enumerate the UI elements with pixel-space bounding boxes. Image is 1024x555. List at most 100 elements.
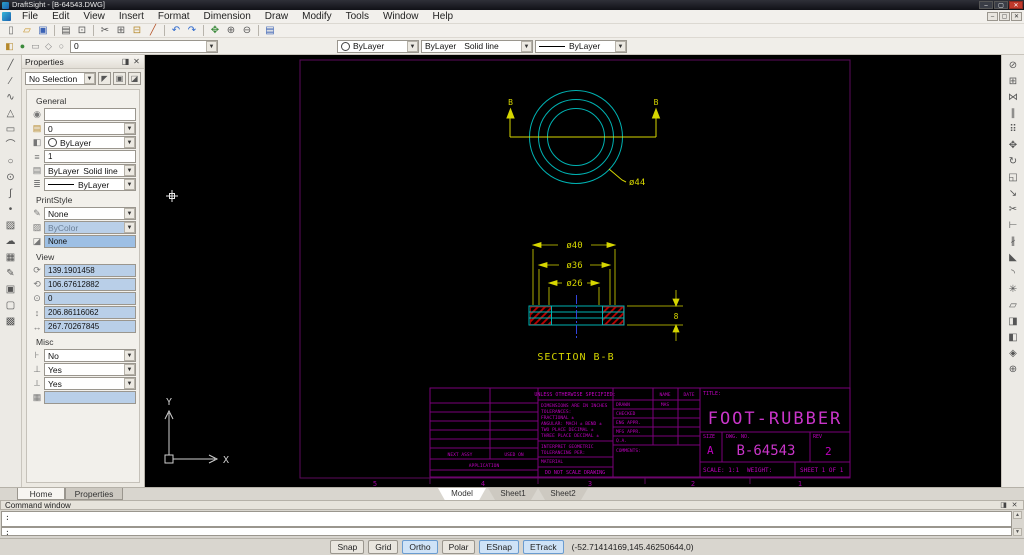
zoom-in-icon[interactable]: ⊕ [223,24,239,37]
move-icon[interactable]: ✥ [1005,138,1021,153]
layers-manager-icon[interactable]: ▤ [262,24,278,37]
explode-icon[interactable]: ✳ [1005,282,1021,297]
dropdown-arrow-icon[interactable]: ▼ [84,73,95,84]
hatch-icon[interactable]: ▨ [3,218,19,233]
cut-icon[interactable]: ✂ [97,24,113,37]
layer-select[interactable]: 0 ▼ [44,122,136,135]
command-input[interactable]: : [1,527,1012,536]
print-preview-icon[interactable]: ⊡ [74,24,90,37]
pattern-icon[interactable]: ⠿ [1005,122,1021,137]
extend-icon[interactable]: ⊢ [1005,218,1021,233]
color-field[interactable] [44,108,136,121]
command-history[interactable]: : [1,511,1012,527]
menu-item[interactable]: Tools [339,10,376,24]
dropdown-arrow-icon[interactable]: ▼ [407,41,418,52]
fillet-icon[interactable]: ◝ [1005,266,1021,281]
redo-icon[interactable]: ↷ [184,24,200,37]
chamfer-icon[interactable]: ◣ [1005,250,1021,265]
new-icon[interactable]: ▯ [3,24,19,37]
dropdown-arrow-icon[interactable]: ▼ [615,41,626,52]
copy-icon[interactable]: ⊞ [113,24,129,37]
quick-select-button[interactable]: ▣ [113,72,126,85]
menu-item[interactable]: View [76,10,112,24]
trim-icon[interactable]: ✂ [1005,202,1021,217]
dropdown-arrow-icon[interactable]: ▼ [521,41,532,52]
tab-home[interactable]: Home [17,488,65,500]
edit-component-icon[interactable]: ◧ [1005,330,1021,345]
scroll-down-icon[interactable]: ▼ [1013,528,1022,536]
save-icon[interactable]: ▣ [35,24,51,37]
pin-icon[interactable]: ◨ [999,501,1008,509]
active-layer-select[interactable]: 0 ▼ [70,40,218,53]
open-icon[interactable]: ▱ [19,24,35,37]
close-panel-icon[interactable]: ✕ [1010,501,1019,509]
selection-filter-select[interactable]: No Selection ▼ [25,72,96,85]
separator[interactable] [54,25,55,36]
tab-properties[interactable]: Properties [65,488,123,500]
menu-item[interactable]: Insert [112,10,151,24]
split-icon[interactable]: ⊕ [1005,362,1021,377]
line-color-select[interactable]: ByLayer ▼ [44,136,136,149]
line-weight-select[interactable]: ByLayer ▼ [535,40,627,53]
esnap-toggle[interactable]: ESnap [479,540,519,554]
rectangle-icon[interactable]: ▭ [3,122,19,137]
dropdown-arrow-icon[interactable]: ▼ [124,165,135,176]
grid-toggle[interactable]: Grid [368,540,398,554]
attach-drawing-icon[interactable]: ▢ [3,298,19,313]
menu-item[interactable]: Draw [258,10,295,24]
tab-sheet1[interactable]: Sheet1 [488,488,538,500]
line-scale-field[interactable]: 1 [44,150,136,163]
stretch-icon[interactable]: ↘ [1005,186,1021,201]
dropdown-arrow-icon[interactable]: ▼ [124,208,135,219]
ucs-origin-select[interactable]: Yes ▼ [44,377,136,390]
command-scrollbar[interactable]: ▲ ▼ [1013,511,1022,536]
minimize-button[interactable]: – [979,1,993,9]
close-button[interactable]: ✕ [1009,1,1023,9]
menu-item[interactable]: Modify [295,10,338,24]
layer-lock-icon[interactable]: ▭ [29,40,42,52]
menu-item[interactable]: Edit [45,10,76,24]
dropdown-arrow-icon[interactable]: ▼ [124,350,135,361]
cloud-icon[interactable]: ☁ [3,234,19,249]
line-weight-select[interactable]: ByLayer ▼ [44,178,136,191]
point-icon[interactable]: • [3,202,19,217]
menu-item[interactable]: Format [151,10,197,24]
undo-icon[interactable]: ↶ [168,24,184,37]
offset-icon[interactable]: ∥ [1005,106,1021,121]
spline-icon[interactable]: ∫ [3,186,19,201]
line-tool-icon[interactable]: ╱ [3,58,19,73]
dropdown-arrow-icon[interactable]: ▼ [124,364,135,375]
mdi-minimize-button[interactable]: – [987,12,998,21]
select-entities-button[interactable]: ◤ [98,72,111,85]
maximize-button[interactable]: ▢ [994,1,1008,9]
printstyle-select[interactable]: None ▼ [44,207,136,220]
dropdown-arrow-icon[interactable]: ▼ [206,41,217,52]
dropdown-arrow-icon[interactable]: ▼ [124,378,135,389]
arc-icon[interactable]: ⌒ [3,138,19,153]
pan-icon[interactable]: ✥ [207,24,223,37]
break-icon[interactable]: ∦ [1005,234,1021,249]
table-icon[interactable]: ▦ [3,250,19,265]
polyline-icon[interactable]: ∿ [3,90,19,105]
ucs-visible-select[interactable]: Yes ▼ [44,363,136,376]
ortho-toggle[interactable]: Ortho [402,540,437,554]
close-panel-icon[interactable]: ✕ [132,57,141,66]
erase-icon[interactable]: ⊘ [1005,58,1021,73]
polygon-icon[interactable]: △ [3,106,19,121]
infinite-line-icon[interactable]: ∕ [3,74,19,89]
circle-icon[interactable]: ○ [3,154,19,169]
separator[interactable] [93,25,94,36]
mdi-close-button[interactable]: ✕ [1011,12,1022,21]
menu-item[interactable]: Help [426,10,461,24]
layer-color-icon[interactable]: ◧ [3,40,16,52]
menu-item[interactable]: Dimension [197,10,258,24]
tab-sheet2[interactable]: Sheet2 [538,488,588,500]
mirror-icon[interactable]: ⋈ [1005,90,1021,105]
dropdown-arrow-icon[interactable]: ▼ [124,137,135,148]
layer-circle-icon[interactable]: ○ [55,40,68,52]
pin-icon[interactable]: ◨ [121,57,130,66]
insert-block-icon[interactable]: ▣ [3,282,19,297]
menu-item[interactable]: Window [376,10,426,24]
toggle-value-button[interactable]: ◪ [128,72,141,85]
format-painter-icon[interactable]: ╱ [145,24,161,37]
